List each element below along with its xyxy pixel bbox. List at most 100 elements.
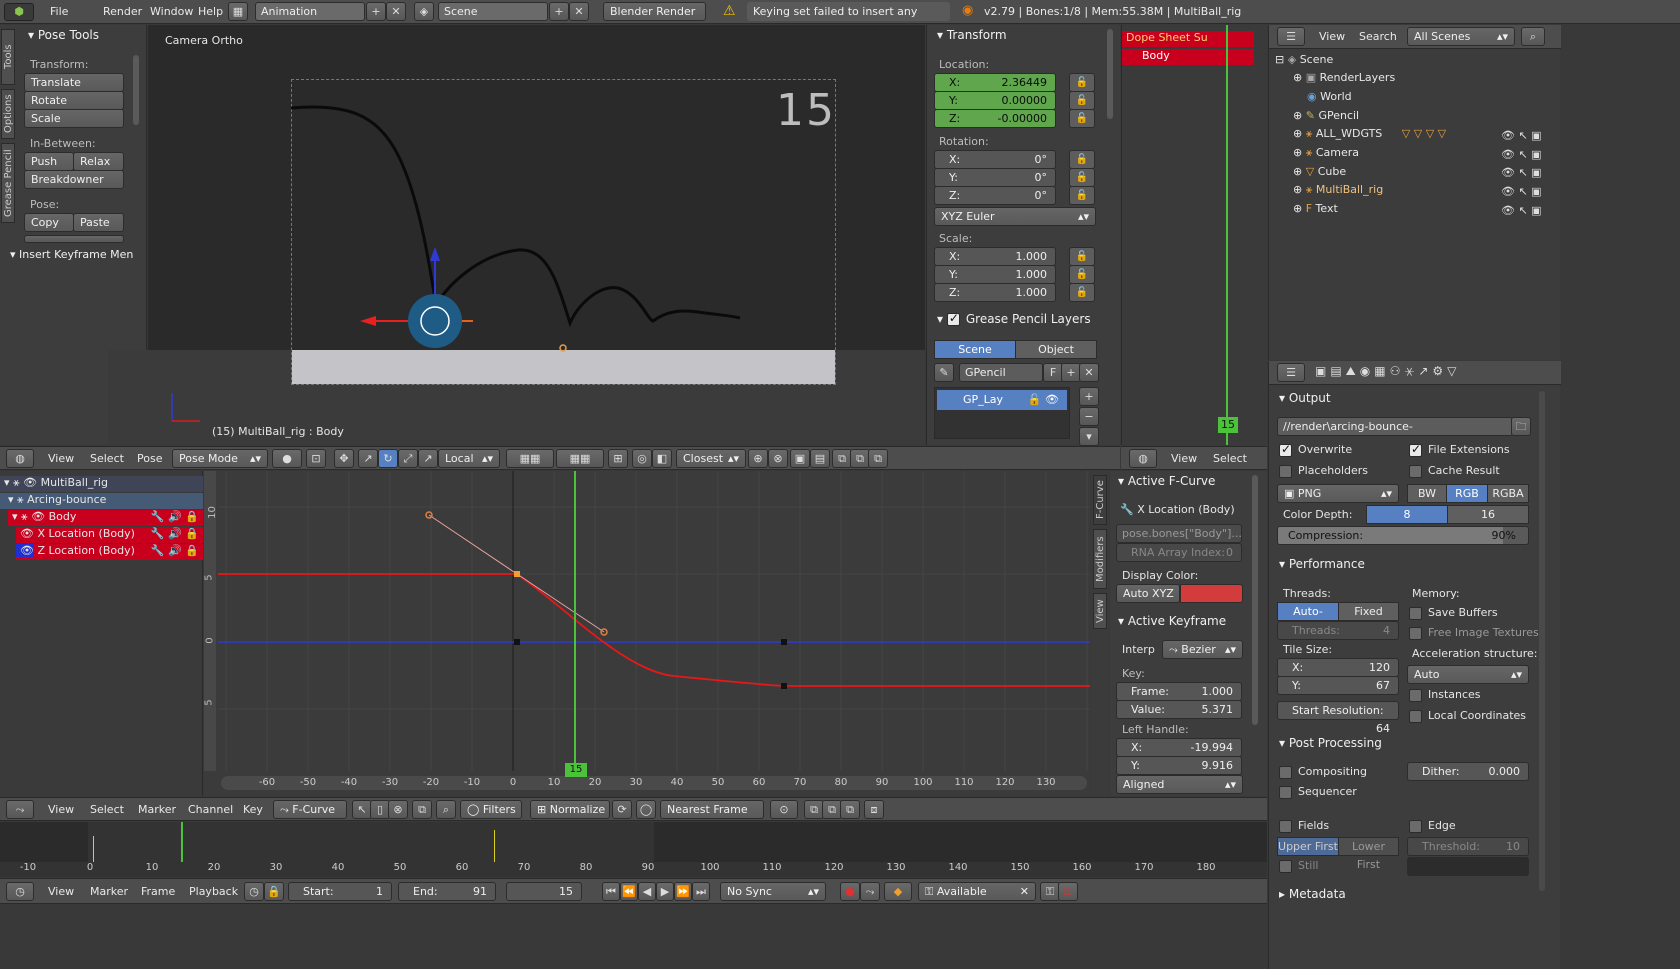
lock-rot-z-icon[interactable]: 🔓 xyxy=(1069,186,1095,205)
truncated-button[interactable] xyxy=(24,235,124,243)
free-image-textures-checkbox[interactable]: Free Image Textures xyxy=(1409,626,1539,640)
scene-field[interactable]: Scene xyxy=(438,2,548,21)
outliner-menu-search[interactable]: Search xyxy=(1359,25,1397,49)
graph-menu-key[interactable]: Key xyxy=(243,798,263,822)
lock-rot-x-icon[interactable]: 🔓 xyxy=(1069,150,1095,169)
timeline-menu-marker[interactable]: Marker xyxy=(90,880,128,904)
graph-menu-view[interactable]: View xyxy=(48,798,74,822)
edge-threshold-field[interactable]: Threshold: 10 xyxy=(1407,837,1529,856)
properties-editor-icon[interactable]: ☰ xyxy=(1277,363,1305,382)
edge-color-swatch[interactable] xyxy=(1407,857,1529,876)
dopesheet-menu-select[interactable]: Select xyxy=(1213,447,1247,471)
menu-render[interactable]: Render xyxy=(103,0,142,24)
blender-logo-icon[interactable]: ⬢ xyxy=(4,3,34,21)
gp-object-tab[interactable]: Object xyxy=(1015,340,1097,359)
output-folder-icon[interactable]: 🗀 xyxy=(1511,417,1531,436)
scale-manip-icon[interactable]: ⤢ xyxy=(398,449,418,468)
active-keyframe-header[interactable]: ▾ Active Keyframe xyxy=(1118,614,1226,628)
outliner-item-gpencil[interactable]: ⊕ ✎ GPencil xyxy=(1293,109,1359,122)
normalize-refresh-icon[interactable]: ⟳ xyxy=(612,800,632,819)
edge-checkbox[interactable]: Edge xyxy=(1409,819,1456,833)
current-frame-field[interactable]: 15 xyxy=(506,882,582,901)
outliner-item-multiball-rig[interactable]: ⊕ ⚹ MultiBall_rig xyxy=(1293,183,1383,197)
gp-layers-checkbox[interactable] xyxy=(946,311,960,326)
next-key-icon[interactable]: ⏩ xyxy=(674,882,692,901)
shading-icon[interactable]: ● xyxy=(272,449,302,468)
outliner-editor-icon[interactable]: ☰ xyxy=(1277,27,1305,46)
location-y-field[interactable]: Y: 0.00000 xyxy=(934,91,1056,110)
lock-scale-z-icon[interactable]: 🔓 xyxy=(1069,283,1095,302)
lock-loc-z-icon[interactable]: 🔓 xyxy=(1069,109,1095,128)
auto-snap-icon[interactable]: ◯ xyxy=(636,800,656,819)
rotation-z-field[interactable]: Z: 0° xyxy=(934,186,1056,205)
lock-loc-x-icon[interactable]: 🔓 xyxy=(1069,73,1095,92)
graph-menu-marker[interactable]: Marker xyxy=(138,798,176,822)
fcurve-path-field[interactable]: pose.bones["Body"].... xyxy=(1116,524,1242,543)
depth-8-button[interactable]: 8 xyxy=(1366,505,1448,524)
insert-keyframe-icon[interactable]: ⚿ xyxy=(1040,882,1060,901)
gp-pencil-icon[interactable]: ✎ xyxy=(934,363,954,382)
channel-x-location[interactable]: 👁 X Location (Body) 🔧 🔊 🔒 xyxy=(16,527,203,543)
rna-index-field[interactable]: RNA Array Index: 0 xyxy=(1116,543,1242,562)
scale-z-field[interactable]: Z: 1.000 xyxy=(934,283,1056,302)
gp-layer-remove-icon[interactable]: − xyxy=(1079,407,1099,426)
keying-set-field[interactable]: ⚿ Available ✕ xyxy=(918,882,1036,901)
jump-end-icon[interactable]: ⏭ xyxy=(692,882,710,901)
graph-menu-channel[interactable]: Channel xyxy=(188,798,233,822)
instances-checkbox[interactable]: Instances xyxy=(1409,688,1481,702)
tab-view[interactable]: View xyxy=(1093,593,1107,629)
hidden-icon[interactable]: ▯ xyxy=(370,800,390,819)
cache-result-checkbox[interactable]: Cache Result xyxy=(1409,464,1500,478)
active-fcurve-header[interactable]: ▾ Active F-Curve xyxy=(1118,474,1215,488)
pivot-icon[interactable]: ⊡ xyxy=(306,449,326,468)
paste-pose-icon[interactable]: ⧉ xyxy=(850,449,870,468)
timeline-menu-playback[interactable]: Playback xyxy=(189,880,238,904)
compression-slider[interactable]: Compression: 90% xyxy=(1277,526,1529,545)
translate-manip-icon[interactable]: ↗ xyxy=(358,449,378,468)
dopesheet-menu-view[interactable]: View xyxy=(1171,447,1197,471)
gp-layer-add-icon[interactable]: + xyxy=(1079,387,1099,406)
graph-menu-select[interactable]: Select xyxy=(90,798,124,822)
add-layout-icon[interactable]: + xyxy=(366,2,386,21)
lock-scale-x-icon[interactable]: 🔓 xyxy=(1069,247,1095,266)
outliner-item-scene[interactable]: ⊟ ◈ Scene xyxy=(1275,53,1333,66)
keyframe-type-icon[interactable]: ◆ xyxy=(884,882,912,901)
lock-scale-y-icon[interactable]: 🔓 xyxy=(1069,265,1095,284)
channel-z-location[interactable]: 👁 Z Location (Body) 🔧 🔊 🔒 xyxy=(16,544,203,560)
translate-button[interactable]: Translate xyxy=(24,73,124,92)
toolshelf-scrollbar[interactable] xyxy=(133,55,139,125)
timeline-menu-view[interactable]: View xyxy=(48,880,74,904)
outliner-item-world[interactable]: ◉ World xyxy=(1307,90,1352,103)
upper-first-button[interactable]: Upper First xyxy=(1277,837,1339,856)
properties-scrollbar[interactable] xyxy=(1539,391,1545,891)
pivot-select-icon[interactable]: ⊙ xyxy=(770,800,798,819)
ghost-icon[interactable]: ⧈ xyxy=(864,800,884,819)
copy-button[interactable]: Copy xyxy=(24,213,74,232)
location-x-field[interactable]: X: 2.36449 xyxy=(934,73,1056,92)
placeholders-checkbox[interactable]: Placeholders xyxy=(1279,464,1368,478)
screen-layout-icon[interactable]: ▦ xyxy=(228,2,248,21)
rotation-y-field[interactable]: Y: 0° xyxy=(934,168,1056,187)
paste-keys-icon[interactable]: ⧉ xyxy=(822,800,842,819)
jump-start-icon[interactable]: ⏮ xyxy=(602,882,620,901)
interp-select[interactable]: ⤳ Bezier ▴▾ xyxy=(1162,640,1243,659)
outliner-item-text[interactable]: ⊕ F Text xyxy=(1293,202,1338,215)
sequencer-checkbox[interactable]: Sequencer xyxy=(1279,785,1357,799)
outliner-search-icon[interactable]: ⌕ xyxy=(1521,27,1545,46)
prev-key-icon[interactable]: ⏪ xyxy=(620,882,638,901)
graph-editor-icon[interactable]: ⤳ xyxy=(6,800,34,819)
fields-checkbox[interactable]: Fields xyxy=(1279,819,1329,833)
manipulator-icon[interactable]: ✥ xyxy=(334,449,354,468)
insert-keyframe-menu-header[interactable]: ▾ Insert Keyframe Men xyxy=(10,248,133,261)
record-icon[interactable]: ● xyxy=(840,882,860,901)
post-processing-header[interactable]: ▾ Post Processing xyxy=(1279,736,1382,750)
handle-type-select[interactable]: Aligned ▴▾ xyxy=(1116,775,1243,794)
remove-layout-icon[interactable]: ✕ xyxy=(386,2,406,21)
compositing-checkbox[interactable]: Compositing xyxy=(1279,765,1367,779)
menu-select[interactable]: Select xyxy=(90,447,124,471)
overwrite-checkbox[interactable]: Overwrite xyxy=(1279,442,1352,457)
still-checkbox[interactable]: Still xyxy=(1279,859,1318,873)
render-engine-select[interactable]: Blender Render▴▾ xyxy=(603,2,706,21)
rotate-button[interactable]: Rotate xyxy=(24,91,124,110)
threads-auto-button[interactable]: Auto-detect xyxy=(1277,602,1339,636)
